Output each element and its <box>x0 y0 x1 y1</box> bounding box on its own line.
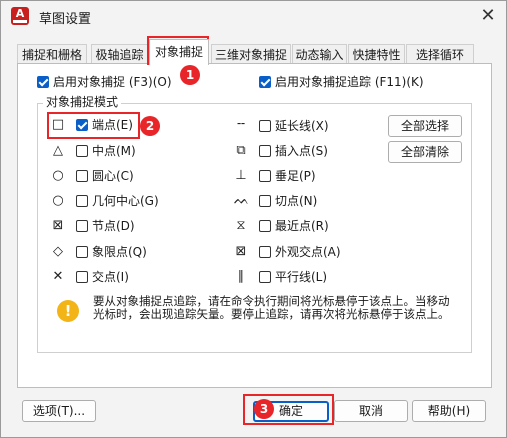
tab-3d-object-snap[interactable]: 三维对象捕捉 <box>211 44 291 65</box>
extension-icon: ╌ <box>237 117 245 132</box>
step-badge-1: 1 <box>180 65 200 85</box>
enable-tracking-checkbox[interactable] <box>259 76 271 88</box>
info-bulb-icon: ! <box>57 300 79 322</box>
insertion-icon: ⧉ <box>236 143 246 158</box>
geometric-center-label: 几何中心(G) <box>92 194 159 208</box>
nearest-icon: ⧖ <box>236 218 246 233</box>
clear-all-button[interactable]: 全部清除 <box>388 141 462 163</box>
close-icon[interactable]: ✕ <box>477 5 499 27</box>
intersection-checkbox[interactable] <box>76 271 88 283</box>
autocad-logo-icon: A <box>11 7 29 25</box>
snap-modes-group-title: 对象捕捉模式 <box>43 95 122 109</box>
parallel-icon: ∥ <box>237 269 245 284</box>
node-label: 节点(D) <box>92 219 135 233</box>
intersection-label: 交点(I) <box>92 270 129 284</box>
perpendicular-checkbox[interactable] <box>259 170 271 182</box>
node-checkbox[interactable] <box>76 220 88 232</box>
quadrant-label: 象限点(Q) <box>92 245 147 259</box>
midpoint-label: 中点(M) <box>92 144 136 158</box>
nearest-label: 最近点(R) <box>275 219 329 233</box>
tangent-checkbox[interactable] <box>259 195 271 207</box>
step-badge-3: 3 <box>254 399 274 419</box>
dialog-window: A 草图设置 ✕ 捕捉和栅格 极轴追踪 对象捕捉 三维对象捕捉 动态输入 快捷特… <box>0 0 507 438</box>
parallel-label: 平行线(L) <box>275 270 328 284</box>
options-button[interactable]: 选项(T)... <box>22 400 96 422</box>
tracking-info-text: 要从对象捕捉点追踪，请在命令执行期间将光标悬停于该点上。当移动光标时，会出现追踪… <box>93 294 450 321</box>
extension-checkbox[interactable] <box>259 120 271 132</box>
cancel-button[interactable]: 取消 <box>334 400 408 422</box>
enable-osnap-label: 启用对象捕捉 (F3)(O) <box>53 75 172 89</box>
quadrant-checkbox[interactable] <box>76 246 88 258</box>
quadrant-diamond-icon: ◇ <box>53 244 63 259</box>
tab-snap-grid[interactable]: 捕捉和栅格 <box>17 44 87 65</box>
dialog-title: 草图设置 <box>39 12 92 27</box>
endpoint-highlight-box <box>47 112 140 139</box>
tab-dynamic-input[interactable]: 动态输入 <box>292 44 347 65</box>
geometric-center-icon: ○ <box>52 193 64 208</box>
parallel-checkbox[interactable] <box>259 271 271 283</box>
tab-object-snap[interactable]: 对象捕捉 <box>149 39 209 65</box>
step-badge-2: 2 <box>140 116 160 136</box>
apparent-intersection-icon: ⊠ <box>235 244 247 259</box>
geometric-center-checkbox[interactable] <box>76 195 88 207</box>
help-button[interactable]: 帮助(H) <box>412 400 486 422</box>
apparent-intersection-label: 外观交点(A) <box>275 245 341 259</box>
enable-tracking-label: 启用对象捕捉追踪 (F11)(K) <box>275 75 424 89</box>
center-label: 圆心(C) <box>92 169 134 183</box>
enable-osnap-checkbox[interactable] <box>37 76 49 88</box>
extension-label: 延长线(X) <box>275 119 329 133</box>
tangent-icon: ᨓ <box>234 193 250 208</box>
midpoint-checkbox[interactable] <box>76 145 88 157</box>
nearest-checkbox[interactable] <box>259 220 271 232</box>
insertion-label: 插入点(S) <box>275 144 328 158</box>
select-all-button[interactable]: 全部选择 <box>388 115 462 137</box>
tab-quick-properties[interactable]: 快捷特性 <box>348 44 405 65</box>
intersection-x-icon: ✕ <box>52 269 64 284</box>
tab-selection-cycling[interactable]: 选择循环 <box>406 44 474 65</box>
midpoint-triangle-icon: △ <box>53 143 63 158</box>
center-circle-icon: ○ <box>52 168 64 183</box>
tangent-label: 切点(N) <box>275 194 318 208</box>
perpendicular-icon: ⊥ <box>235 168 247 183</box>
title-bar: A 草图设置 ✕ <box>1 1 506 33</box>
insertion-checkbox[interactable] <box>259 145 271 157</box>
perpendicular-label: 垂足(P) <box>275 169 316 183</box>
node-icon: ⊠ <box>52 218 64 233</box>
apparent-intersection-checkbox[interactable] <box>259 246 271 258</box>
tab-polar-tracking[interactable]: 极轴追踪 <box>91 44 148 65</box>
center-checkbox[interactable] <box>76 170 88 182</box>
